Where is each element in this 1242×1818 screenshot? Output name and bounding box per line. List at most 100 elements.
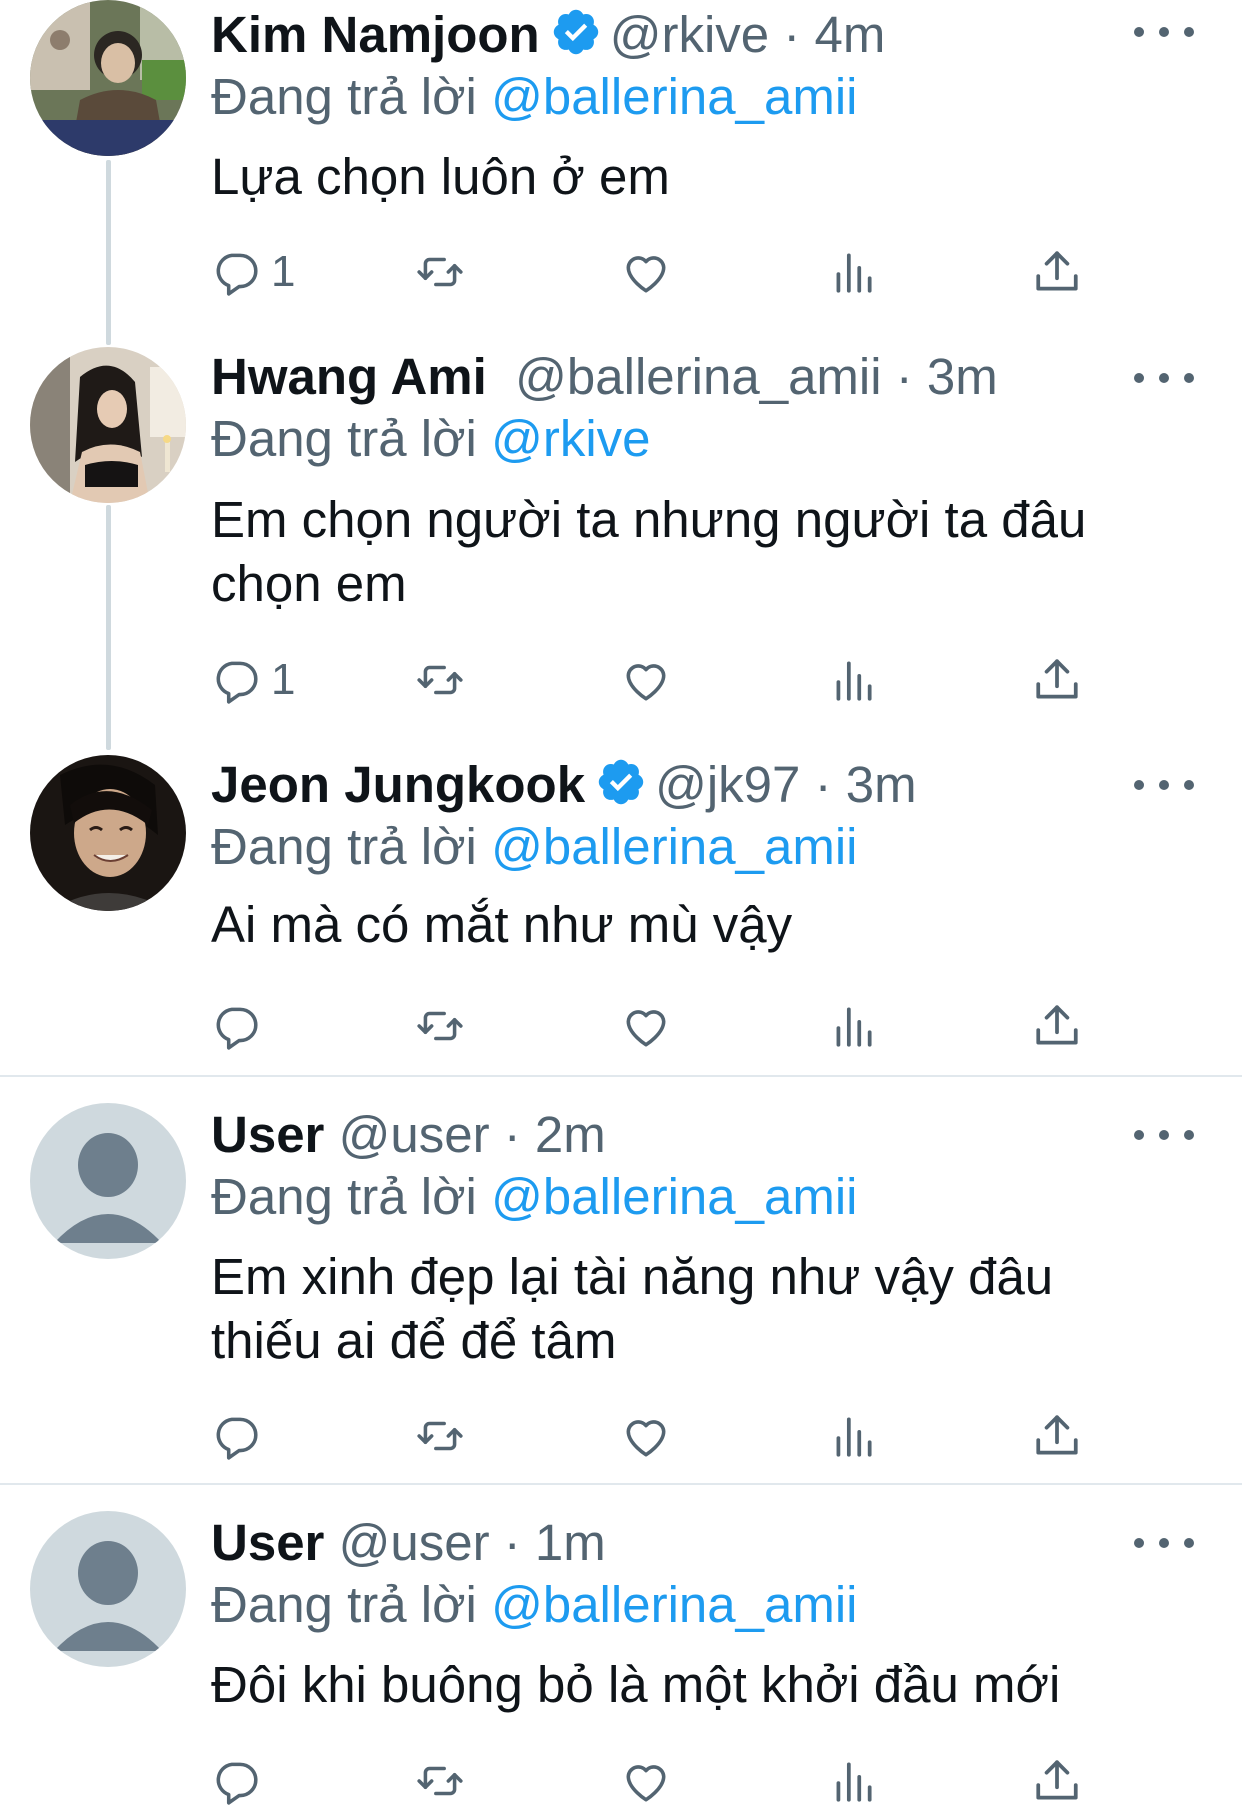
like-button[interactable]: [621, 1751, 671, 1811]
handle[interactable]: @jk97: [655, 756, 800, 813]
views-button[interactable]: [828, 650, 878, 710]
heart-icon: [626, 1010, 666, 1047]
views-icon: [836, 253, 872, 293]
tweet[interactable]: Jeon Jungkook @jk97 · 3m Đang trả lời @ba…: [0, 753, 1242, 1073]
mention-link[interactable]: @ballerina_amii: [491, 1168, 857, 1225]
more-icon[interactable]: [1134, 1528, 1194, 1558]
views-icon: [836, 1762, 872, 1802]
like-button[interactable]: [621, 1406, 671, 1466]
display-name[interactable]: User: [211, 1106, 324, 1163]
replying-label: Đang trả lời: [211, 410, 477, 467]
share-icon: [1036, 1760, 1078, 1800]
reply-icon: [216, 1762, 258, 1805]
share-button[interactable]: [1032, 996, 1082, 1056]
replying-to: Đang trả lời @ballerina_amii: [211, 1573, 858, 1637]
replying-label: Đang trả lời: [211, 1168, 477, 1225]
retweet-icon: [417, 257, 463, 287]
reply-button[interactable]: 1: [211, 242, 295, 302]
heart-icon: [626, 256, 666, 293]
display-name[interactable]: User: [211, 1514, 324, 1571]
avatar[interactable]: [30, 1103, 186, 1259]
tweet[interactable]: User @user · 1m Đang trả lời @ballerina_…: [0, 1511, 1242, 1818]
reply-icon: [216, 253, 258, 296]
share-button[interactable]: [1032, 650, 1082, 710]
reply-count: 1: [271, 247, 296, 296]
verified-icon: [598, 759, 644, 805]
reply-button[interactable]: [211, 996, 271, 1056]
tweet-header: Kim Namjoon @rkive · 4m: [211, 6, 886, 63]
retweet-button[interactable]: [415, 242, 465, 302]
avatar[interactable]: [30, 347, 186, 503]
tweet-text: Em chọn người ta nhưng người ta đâu chọn…: [211, 491, 1087, 612]
share-icon: [1036, 1415, 1078, 1455]
display-name[interactable]: Hwang Ami: [211, 348, 487, 405]
avatar[interactable]: [30, 1511, 186, 1667]
views-icon: [836, 661, 872, 701]
tweet-header: Hwang Ami @ballerina_amii · 3m: [211, 348, 998, 405]
tweet[interactable]: User @user · 2m Đang trả lời @ballerina_…: [0, 1103, 1242, 1481]
retweet-button[interactable]: [415, 996, 465, 1056]
share-button[interactable]: [1032, 242, 1082, 302]
tweet[interactable]: Kim Namjoon @rkive · 4m Đang trả lời @bal…: [0, 0, 1242, 340]
avatar[interactable]: [30, 0, 186, 156]
display-name[interactable]: Jeon Jungkook: [211, 756, 585, 813]
views-button[interactable]: [828, 1406, 878, 1466]
like-button[interactable]: [621, 996, 671, 1056]
retweet-button[interactable]: [415, 650, 465, 710]
retweet-icon: [417, 1011, 463, 1041]
more-icon[interactable]: [1134, 1120, 1194, 1150]
more-icon[interactable]: [1134, 770, 1194, 800]
reply-button[interactable]: 1: [211, 650, 295, 710]
replying-label: Đang trả lời: [211, 1576, 477, 1633]
retweet-icon: [417, 1421, 463, 1451]
like-button[interactable]: [621, 242, 671, 302]
replying-label: Đang trả lời: [211, 68, 477, 125]
replying-to: Đang trả lời @ballerina_amii: [211, 815, 858, 879]
replying-to: Đang trả lời @ballerina_amii: [211, 1165, 858, 1229]
retweet-button[interactable]: [415, 1406, 465, 1466]
tweet-text: Lựa chọn luôn ở em: [211, 148, 670, 205]
tweet-header: User @user · 2m: [211, 1106, 606, 1163]
share-icon: [1036, 1005, 1078, 1045]
reply-button[interactable]: [211, 1406, 271, 1466]
tweet[interactable]: Hwang Ami @ballerina_amii · 3m Đang trả …: [0, 345, 1242, 745]
avatar[interactable]: [30, 755, 186, 911]
timestamp[interactable]: 2m: [535, 1106, 606, 1163]
views-button[interactable]: [828, 1751, 878, 1811]
views-icon: [836, 1007, 872, 1047]
tweet-header: User @user · 1m: [211, 1514, 606, 1571]
share-icon: [1036, 251, 1078, 291]
reply-button[interactable]: [211, 1751, 271, 1811]
display-name[interactable]: Kim Namjoon: [211, 6, 540, 63]
timestamp[interactable]: 1m: [535, 1514, 606, 1571]
views-button[interactable]: [828, 996, 878, 1056]
reply-icon: [216, 1007, 258, 1050]
views-button[interactable]: [828, 242, 878, 302]
timestamp[interactable]: 3m: [846, 756, 917, 813]
mention-link[interactable]: @ballerina_amii: [491, 1576, 857, 1633]
replying-to: Đang trả lời @ballerina_amii: [211, 65, 858, 129]
timestamp[interactable]: 4m: [814, 6, 885, 63]
share-button[interactable]: [1032, 1751, 1082, 1811]
tweet-header: Jeon Jungkook @jk97 · 3m: [211, 756, 917, 813]
retweet-icon: [417, 1766, 463, 1796]
mention-link[interactable]: @ballerina_amii: [491, 818, 857, 875]
mention-link[interactable]: @rkive: [491, 410, 650, 467]
more-icon[interactable]: [1134, 17, 1194, 47]
timestamp[interactable]: 3m: [927, 348, 998, 405]
handle[interactable]: @rkive: [610, 6, 769, 63]
retweet-button[interactable]: [415, 1751, 465, 1811]
mention-link[interactable]: @ballerina_amii: [491, 68, 857, 125]
handle[interactable]: @user: [339, 1514, 490, 1571]
like-button[interactable]: [621, 650, 671, 710]
retweet-icon: [417, 665, 463, 695]
reply-count: 1: [271, 655, 296, 704]
replying-label: Đang trả lời: [211, 818, 477, 875]
heart-icon: [626, 664, 666, 701]
more-icon[interactable]: [1134, 363, 1194, 393]
tweet-text: Ai mà có mắt như mù vậy: [211, 896, 793, 953]
handle[interactable]: @user: [339, 1106, 490, 1163]
handle[interactable]: @ballerina_amii: [515, 348, 881, 405]
share-button[interactable]: [1032, 1406, 1082, 1466]
heart-icon: [626, 1420, 666, 1457]
